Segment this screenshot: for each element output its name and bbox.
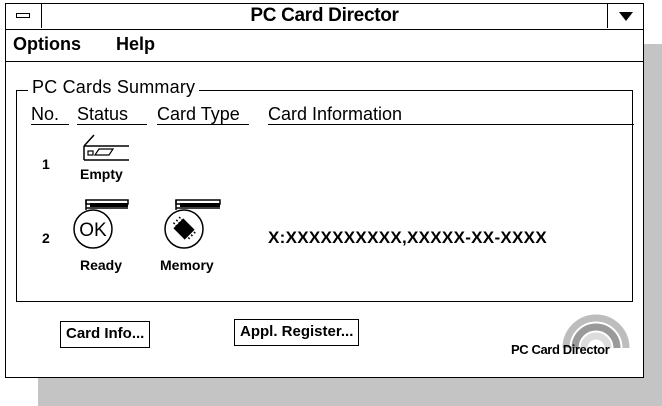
- window-title: PC Card Director: [250, 5, 399, 26]
- column-card-type: Card Type: [157, 104, 240, 124]
- empty-slot-icon: [83, 134, 129, 161]
- column-card-information-rule: [268, 124, 634, 125]
- ok-icon-text: OK: [79, 220, 107, 241]
- menu-options[interactable]: Options: [13, 34, 81, 55]
- title-bar: PC Card Director: [6, 4, 643, 30]
- column-no-rule: [31, 124, 69, 125]
- row-2-number: 2: [42, 230, 50, 246]
- down-arrow-icon: [619, 12, 633, 21]
- row-2-card-information: X:XXXXXXXXXX,XXXXX-XX-XXXX: [268, 228, 547, 247]
- system-menu-button[interactable]: [6, 4, 42, 28]
- minimize-button[interactable]: [607, 4, 643, 28]
- menu-help[interactable]: Help: [116, 34, 155, 55]
- menu-bar: Options Help: [6, 29, 643, 62]
- logo-text: PC Card Director: [511, 342, 610, 357]
- row-2-card-type-label: Memory: [160, 257, 214, 273]
- ok-status-icon: OK: [73, 199, 129, 249]
- column-no: No.: [31, 104, 60, 124]
- row-2-status-label: Ready: [80, 257, 123, 273]
- column-card-type-rule: [157, 124, 249, 125]
- column-status: Status: [77, 104, 129, 124]
- group-title: PC Cards Summary: [28, 76, 200, 98]
- memory-chip-icon: [164, 199, 221, 249]
- column-card-information: Card Information: [268, 104, 403, 124]
- row-1-number: 1: [42, 156, 50, 172]
- appl-register-button[interactable]: Appl. Register...: [234, 319, 360, 346]
- column-status-rule: [77, 124, 147, 125]
- card-info-button[interactable]: Card Info...: [60, 321, 151, 348]
- system-menu-icon: [16, 13, 30, 18]
- row-1-status-label: Empty: [80, 166, 123, 182]
